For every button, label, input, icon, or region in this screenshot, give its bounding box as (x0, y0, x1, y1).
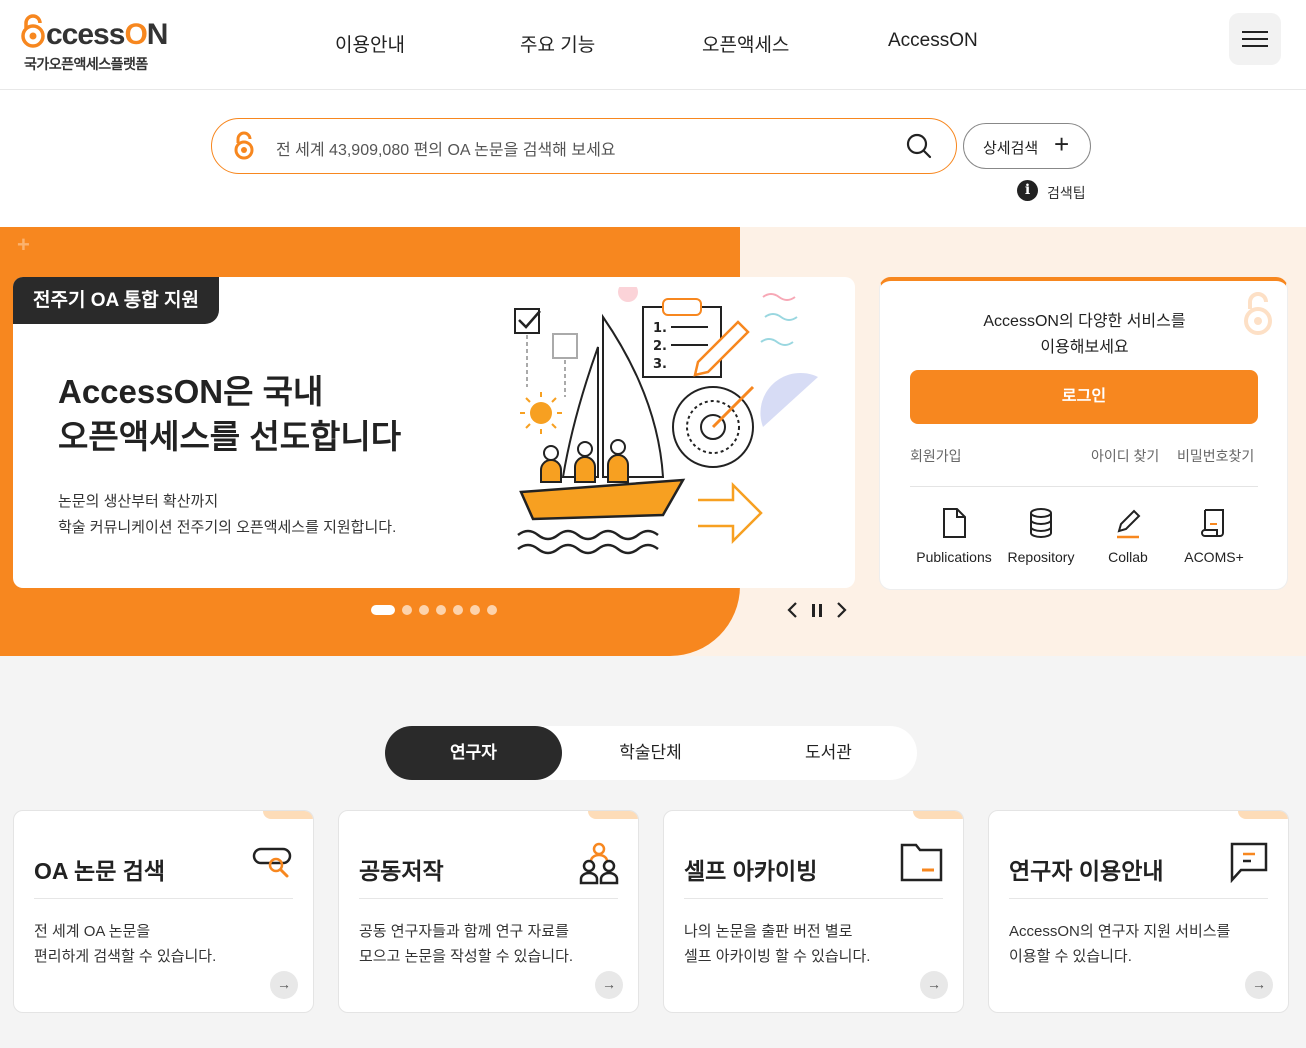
service-repository[interactable]: Repository (998, 507, 1084, 571)
document-icon (943, 508, 966, 538)
chat-icon (1230, 842, 1268, 883)
login-card: AccessON의 다양한 서비스를 이용해보세요 로그인 회원가입 아이디 찾… (879, 277, 1288, 590)
divider (359, 898, 618, 899)
slide-tag: 전주기 OA 통합 지원 (13, 277, 219, 324)
hero-slide[interactable]: 전주기 OA 통합 지원 AccessON은 국내 오픈액세스를 선도합니다 논… (13, 277, 855, 588)
tab-researcher[interactable]: 연구자 (385, 726, 562, 780)
tab-academic-society[interactable]: 학술단체 (562, 726, 739, 780)
pen-icon (1117, 509, 1141, 539)
slide-title: AccessON은 국내 오픈액세스를 선도합니다 (58, 373, 402, 455)
slide-description: 논문의 생산부터 확산까지 학술 커뮤니케이션 전주기의 오픈액세스를 지원합니… (58, 493, 397, 536)
login-button[interactable]: 로그인 (910, 370, 1258, 424)
folder-icon (900, 843, 943, 882)
card-title: 연구자 이용안내 (1009, 858, 1164, 884)
info-icon: i (1017, 180, 1038, 201)
next-slide-icon[interactable] (834, 599, 848, 621)
arrow-right-icon[interactable]: → (920, 971, 948, 999)
site-header: ccessON 국가오픈액세스플랫폼 이용안내 주요 기능 오픈액세스 Acce… (0, 0, 1306, 90)
divider (34, 898, 293, 899)
slide-dot[interactable] (419, 605, 429, 615)
people-icon (579, 842, 619, 885)
card-title: 셀프 아카이빙 (684, 858, 818, 884)
tab-library[interactable]: 도서관 (740, 726, 917, 780)
card-description: 전 세계 OA 논문을 편리하게 검색할 수 있습니다. (34, 923, 217, 965)
open-lock-icon (21, 14, 45, 48)
logo-subtitle: 국가오픈액세스플랫폼 (24, 56, 148, 72)
service-acoms[interactable]: ACOMS+ (1171, 507, 1257, 571)
logo-wordmark: ccessON (20, 14, 168, 55)
search-icon[interactable] (905, 132, 933, 160)
arrow-right-icon[interactable]: → (270, 971, 298, 999)
slide-dot[interactable] (402, 605, 412, 615)
search-doc-icon (252, 847, 292, 878)
database-icon (1030, 508, 1052, 538)
svg-text:2.: 2. (653, 339, 667, 354)
slide-dot[interactable] (487, 605, 497, 615)
signup-link[interactable]: 회원가입 (910, 446, 962, 466)
divider (1009, 898, 1268, 899)
search-input[interactable]: 전 세계 43,909,080 편의 OA 논문을 검색해 보세요 (211, 118, 957, 174)
card-description: 나의 논문을 출판 버전 별로 셀프 아카이빙 할 수 있습니다. (684, 923, 871, 965)
card-self-archiving[interactable]: 셀프 아카이빙 나의 논문을 출판 버전 별로 셀프 아카이빙 할 수 있습니다… (663, 810, 964, 1013)
search-section: 전 세계 43,909,080 편의 OA 논문을 검색해 보세요 상세검색 +… (0, 90, 1306, 227)
slide-dot[interactable] (470, 605, 480, 615)
svg-text:3.: 3. (653, 357, 667, 372)
slide-dot[interactable] (453, 605, 463, 615)
advanced-search-button[interactable]: 상세검색 + (963, 123, 1091, 169)
open-access-icon (234, 131, 254, 160)
find-id-link[interactable]: 아이디 찾기 (1091, 446, 1159, 466)
login-message: AccessON의 다양한 서비스를 이용해보세요 (983, 313, 1186, 356)
prev-slide-icon[interactable] (786, 599, 800, 621)
card-researcher-guide[interactable]: 연구자 이용안내 AccessON의 연구자 지원 서비스를 이용할 수 있습니… (988, 810, 1289, 1013)
hero-section: + 전주기 OA 통합 지원 AccessON은 국내 오픈액세스를 선도합니다… (0, 227, 1306, 656)
card-oa-search[interactable]: OA 논문 검색 전 세계 OA 논문을 편리하게 검색할 수 있습니다. → (13, 810, 314, 1013)
scroll-icon (1201, 509, 1224, 537)
sailboat-illustration-icon: 1. 2. 3. (514, 287, 818, 555)
hamburger-icon (1242, 31, 1268, 33)
arrow-right-icon[interactable]: → (1245, 971, 1273, 999)
nav-open-access[interactable]: 오픈액세스 (702, 30, 789, 60)
arrow-right-icon[interactable]: → (595, 971, 623, 999)
accesson-logo[interactable]: ccessON 국가오픈액세스플랫폼 (20, 14, 170, 74)
nav-accesson[interactable]: AccessON (888, 30, 978, 60)
plus-icon: + (1054, 129, 1070, 159)
nav-guide[interactable]: 이용안내 (335, 30, 405, 60)
hamburger-menu-button[interactable] (1229, 13, 1281, 65)
service-collab[interactable]: Collab (1085, 507, 1171, 571)
card-description: 공동 연구자들과 함께 연구 자료를 모으고 논문을 작성할 수 있습니다. (359, 923, 574, 965)
divider (684, 898, 943, 899)
card-title: 공동저작 (359, 858, 444, 884)
card-title: OA 논문 검색 (34, 858, 166, 884)
audience-tabs: 연구자 학술단체 도서관 (385, 726, 917, 780)
divider (910, 486, 1258, 487)
plus-decoration-icon: + (17, 232, 30, 257)
nav-features[interactable]: 주요 기능 (520, 30, 595, 60)
card-description: AccessON의 연구자 지원 서비스를 이용할 수 있습니다. (1009, 923, 1231, 965)
slide-dot-active[interactable] (371, 605, 395, 615)
svg-text:1.: 1. (653, 321, 667, 336)
slide-dot[interactable] (436, 605, 446, 615)
search-placeholder: 전 세계 43,909,080 편의 OA 논문을 검색해 보세요 (276, 142, 616, 159)
card-co-authoring[interactable]: 공동저작 공동 연구자들과 함께 연구 자료를 모으고 논문을 작성할 수 있습… (338, 810, 639, 1013)
find-password-link[interactable]: 비밀번호찾기 (1177, 446, 1254, 466)
service-publications[interactable]: Publications (911, 507, 997, 571)
pause-icon[interactable] (809, 599, 825, 621)
